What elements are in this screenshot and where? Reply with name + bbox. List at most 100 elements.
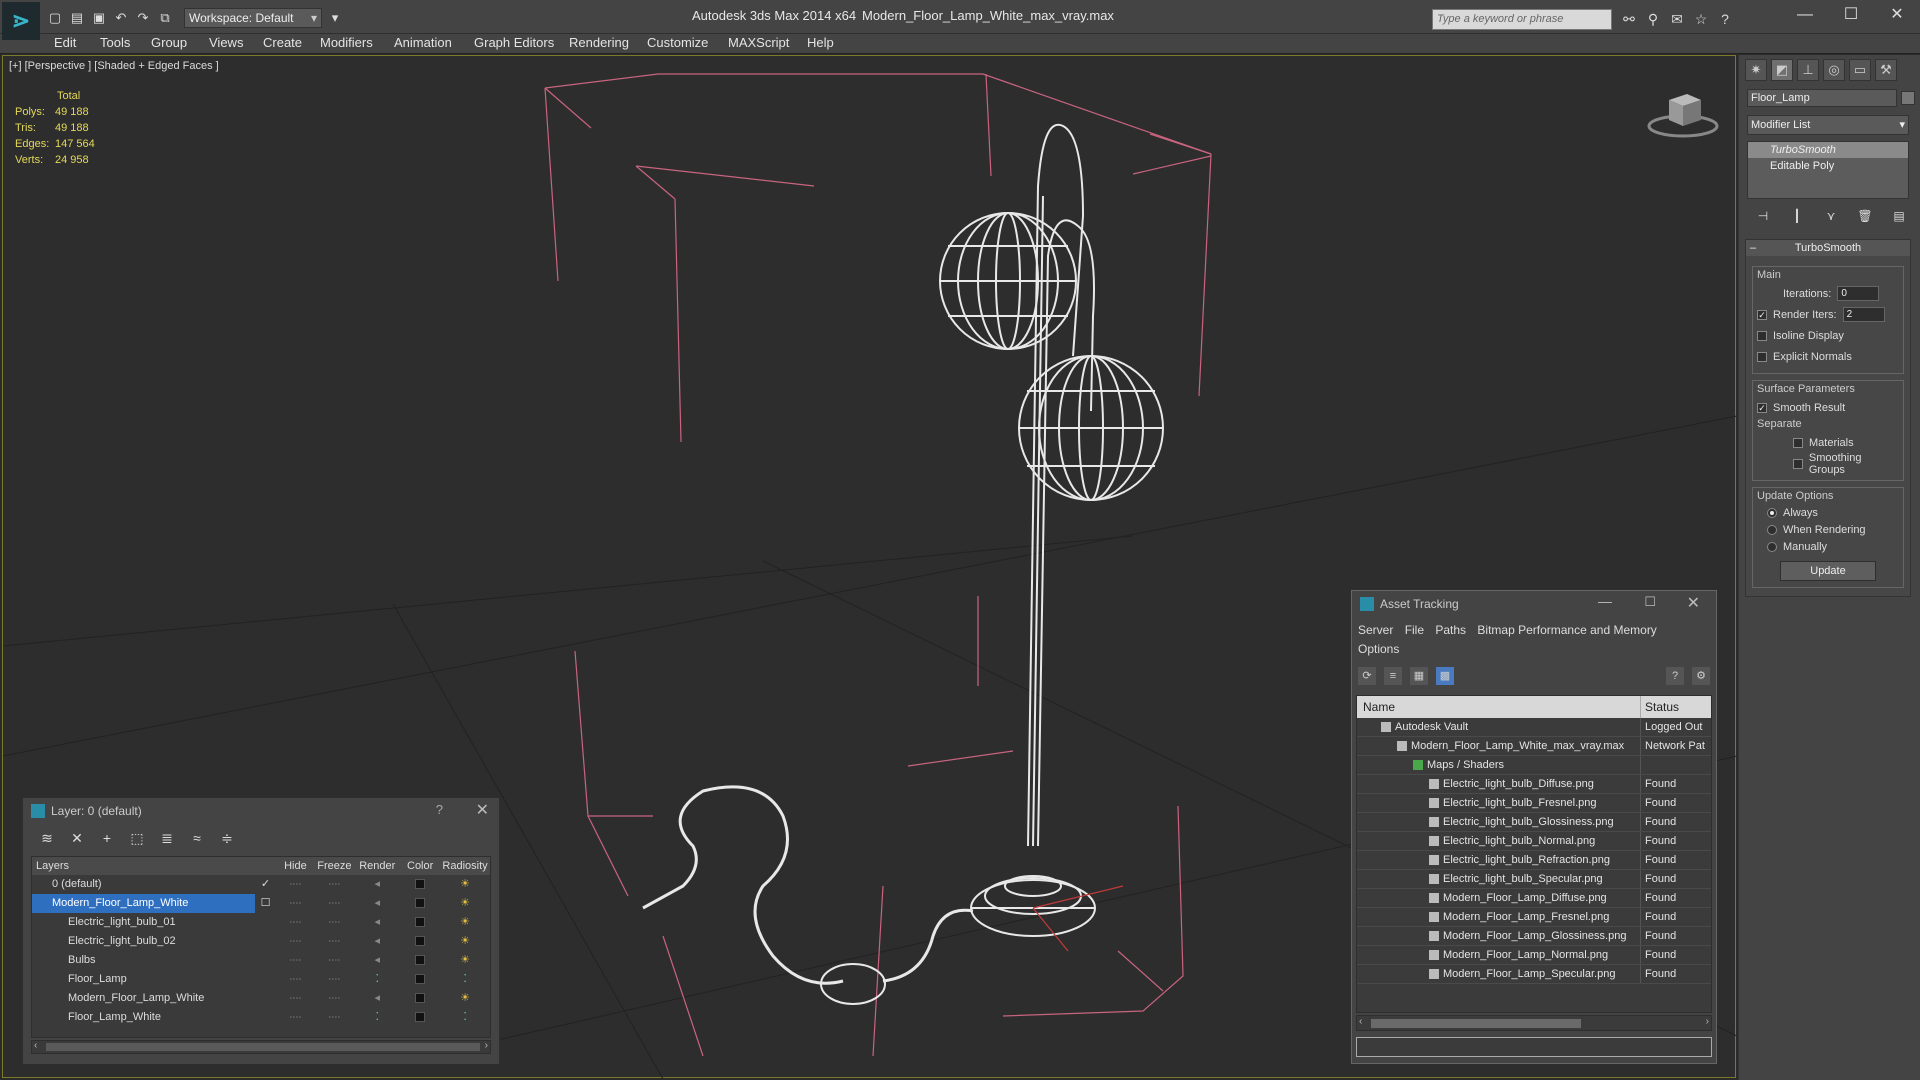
smoothing-groups-checkbox[interactable] [1793, 458, 1803, 469]
layer-row[interactable]: Modern_Floor_Lamp_White ∙∙∙∙ ∙∙∙∙ ◂ ☀ [32, 989, 490, 1008]
pin-stack-icon[interactable]: ⊣ [1753, 209, 1773, 227]
scroll-right-icon[interactable]: › [485, 1040, 488, 1051]
redo-icon[interactable]: ↷ [134, 9, 152, 27]
menu-paths[interactable]: Paths [1435, 623, 1466, 637]
stack-item-editable-poly[interactable]: Editable Poly [1748, 158, 1908, 174]
scrollbar-thumb[interactable] [1371, 1019, 1581, 1028]
menu-edit[interactable]: Edit [54, 35, 76, 50]
search-input[interactable]: Type a keyword or phrase [1432, 9, 1612, 30]
help-icon[interactable]: ? [436, 802, 443, 817]
col-color[interactable]: Color [400, 857, 440, 875]
list-view-icon[interactable]: ≡ [1384, 667, 1402, 685]
layer-row[interactable]: Floor_Lamp_White ∙∙∙∙ ∙∙∙∙ ⁚ ⁚ [32, 1008, 490, 1027]
modify-tab-icon[interactable]: ◩ [1771, 59, 1793, 81]
menu-file[interactable]: File [1405, 623, 1424, 637]
table-view-icon[interactable]: ▩ [1436, 667, 1454, 685]
menu-options[interactable]: Options [1358, 642, 1399, 656]
layer-window-titlebar[interactable]: Layer: 0 (default) ? ✕ [23, 798, 499, 824]
asset-row[interactable]: Electric_light_bulb_Fresnel.png Found [1357, 794, 1711, 813]
minimize-icon[interactable]: — [1598, 593, 1612, 609]
make-unique-icon[interactable]: ⋎ [1821, 209, 1841, 227]
select-objects-icon[interactable]: ⬚ [127, 828, 147, 848]
close-icon[interactable]: ✕ [1687, 593, 1700, 613]
when-rendering-radio[interactable] [1767, 524, 1777, 535]
asset-row[interactable]: Modern_Floor_Lamp_Normal.png Found [1357, 946, 1711, 965]
layer-row[interactable]: Bulbs ∙∙∙∙ ∙∙∙∙ ◂ ☀ [32, 951, 490, 970]
asset-row[interactable]: Modern_Floor_Lamp_Diffuse.png Found [1357, 889, 1711, 908]
layer-row[interactable]: Modern_Floor_Lamp_White ☐ ∙∙∙∙ ∙∙∙∙ ◂ ☀ [32, 894, 490, 913]
layer-row[interactable]: Floor_Lamp ∙∙∙∙ ∙∙∙∙ ⁚ ⁚ [32, 970, 490, 989]
stack-item-turbosmooth[interactable]: TurboSmooth [1748, 142, 1908, 158]
layer-name[interactable]: 0 (default) [32, 875, 255, 894]
manually-radio[interactable] [1767, 541, 1777, 552]
layer-name[interactable]: Floor_Lamp_White [32, 1008, 255, 1027]
help-icon[interactable]: ? [1716, 10, 1734, 28]
remove-modifier-icon[interactable]: 🗑 [1855, 209, 1875, 227]
render-iters-checkbox[interactable]: ✓ [1757, 309, 1767, 320]
rollout-header[interactable]: TurboSmooth [1746, 240, 1910, 256]
utilities-tab-icon[interactable]: ⚒ [1875, 59, 1897, 81]
scroll-left-icon[interactable]: ‹ [1359, 1016, 1362, 1027]
freeze-all-icon[interactable]: ≑ [217, 828, 237, 848]
toolbar-dropdown-icon[interactable]: ▾ [326, 9, 344, 27]
layer-name[interactable]: Modern_Floor_Lamp_White [32, 989, 255, 1008]
col-render[interactable]: Render [354, 857, 400, 875]
menu-help[interactable]: Help [807, 35, 834, 50]
highlight-layer-icon[interactable]: ≣ [157, 828, 177, 848]
menu-views[interactable]: Views [209, 35, 243, 50]
undo-icon[interactable]: ↶ [112, 9, 130, 27]
show-end-result-icon[interactable]: ┃ [1787, 209, 1807, 227]
layer-horizontal-scrollbar[interactable]: ‹ › [31, 1040, 491, 1054]
maximize-icon[interactable]: ☐ [1644, 594, 1656, 610]
new-file-icon[interactable]: ▢ [46, 9, 64, 27]
favorites-star-icon[interactable]: ☆ [1692, 10, 1710, 28]
minimize-icon[interactable]: — [1792, 4, 1818, 26]
close-icon[interactable]: ✕ [1884, 4, 1910, 26]
menu-graph-editors[interactable]: Graph Editors [474, 35, 554, 50]
asset-path-field[interactable] [1356, 1037, 1712, 1057]
scroll-left-icon[interactable]: ‹ [34, 1040, 37, 1051]
thumbnail-view-icon[interactable]: ▦ [1410, 667, 1428, 685]
workspace-dropdown[interactable]: Workspace: Default [184, 8, 322, 28]
menu-bitmap-performance[interactable]: Bitmap Performance and Memory [1477, 623, 1656, 637]
asset-horizontal-scrollbar[interactable]: ‹ › [1356, 1015, 1712, 1031]
layer-color-swatch[interactable] [415, 1012, 426, 1023]
col-radiosity[interactable]: Radiosity [440, 857, 490, 875]
create-tab-icon[interactable]: ✷ [1745, 59, 1767, 81]
menu-rendering[interactable]: Rendering [569, 35, 629, 50]
scroll-right-icon[interactable]: › [1706, 1016, 1709, 1027]
layer-name[interactable]: Modern_Floor_Lamp_White [32, 894, 255, 913]
materials-checkbox[interactable] [1793, 437, 1803, 448]
asset-row[interactable]: Modern_Floor_Lamp_Glossiness.png Found [1357, 927, 1711, 946]
asset-row[interactable]: Electric_light_bulb_Refraction.png Found [1357, 851, 1711, 870]
asset-row[interactable]: Autodesk Vault Logged Out [1357, 718, 1711, 737]
asset-row[interactable]: Maps / Shaders [1357, 756, 1711, 775]
current-layer-indicator[interactable]: ☐ [255, 894, 277, 913]
add-to-layer-icon[interactable]: + [97, 828, 117, 848]
scrollbar-thumb[interactable] [46, 1043, 480, 1051]
hierarchy-tab-icon[interactable]: ⊥ [1797, 59, 1819, 81]
menu-customize[interactable]: Customize [647, 35, 708, 50]
create-layer-icon[interactable]: ≋ [37, 828, 57, 848]
layer-color-swatch[interactable] [415, 936, 426, 947]
layer-name[interactable]: Floor_Lamp [32, 970, 255, 989]
col-layers[interactable]: Layers [32, 857, 276, 875]
save-icon[interactable]: ▣ [90, 9, 108, 27]
app-logo-icon[interactable]: ⋗ [2, 2, 40, 40]
layer-name[interactable]: Electric_light_bulb_02 [32, 932, 255, 951]
always-radio[interactable] [1767, 507, 1777, 518]
display-tab-icon[interactable]: ▭ [1849, 59, 1871, 81]
asset-row[interactable]: Modern_Floor_Lamp_Fresnel.png Found [1357, 908, 1711, 927]
menu-server[interactable]: Server [1358, 623, 1393, 637]
maximize-icon[interactable]: ☐ [1838, 4, 1864, 26]
col-freeze[interactable]: Freeze [314, 857, 354, 875]
menu-create[interactable]: Create [263, 35, 302, 50]
object-name-field[interactable]: Floor_Lamp [1747, 89, 1897, 107]
subscription-icon[interactable]: ⚲ [1644, 10, 1662, 28]
iterations-spinner[interactable]: 0 [1837, 286, 1880, 301]
asset-row[interactable]: Modern_Floor_Lamp_White_max_vray.max Netw… [1357, 737, 1711, 756]
viewport-label[interactable]: [+] [Perspective ] [Shaded + Edged Faces… [9, 60, 219, 72]
layer-name[interactable]: Bulbs [32, 951, 255, 970]
layer-name[interactable]: Electric_light_bulb_01 [32, 913, 255, 932]
hide-all-icon[interactable]: ≈ [187, 828, 207, 848]
